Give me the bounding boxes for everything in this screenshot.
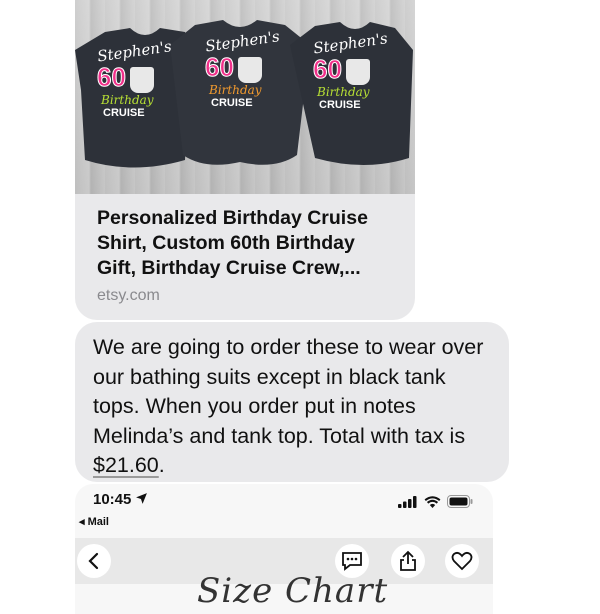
wifi-icon [424, 495, 441, 508]
preview-domain: etsy.com [97, 287, 160, 304]
back-to-mail[interactable]: ◂ Mail [79, 515, 109, 528]
shirt-print: Stephen's 60 Birthday CRUISE [312, 29, 389, 111]
back-chevron-icon [88, 552, 99, 570]
message-bubble: We are going to order these to wear over… [75, 322, 509, 482]
battery-icon [447, 495, 473, 508]
product-image: Stephen's 60 Birthday CRUISE Stephen's 6… [75, 0, 415, 194]
status-time: 10:45 [93, 491, 148, 508]
share-icon [400, 550, 416, 571]
shirt-print: Stephen's 60 Birthday CRUISE [96, 37, 173, 119]
back-button[interactable] [77, 544, 111, 578]
signal-icon [398, 495, 417, 508]
size-chart-heading: Size Chart [197, 571, 389, 611]
embedded-screenshot[interactable]: 10:45 ◂ Mail Size Chart [75, 484, 493, 614]
location-arrow-icon [136, 493, 148, 504]
shirt-print: Stephen's 60 Birthday CRUISE [204, 27, 281, 109]
message-text: We are going to order these to wear over… [93, 335, 484, 477]
link-preview-card[interactable]: Stephen's 60 Birthday CRUISE Stephen's 6… [75, 0, 415, 320]
share-button[interactable] [391, 544, 425, 578]
preview-title[interactable]: Personalized Birthday Cruise Shirt, Cust… [97, 206, 397, 281]
message-icon [342, 552, 362, 571]
favorite-button[interactable] [445, 544, 479, 578]
price-link[interactable]: $21.60 [93, 453, 159, 477]
heart-icon [451, 551, 473, 571]
